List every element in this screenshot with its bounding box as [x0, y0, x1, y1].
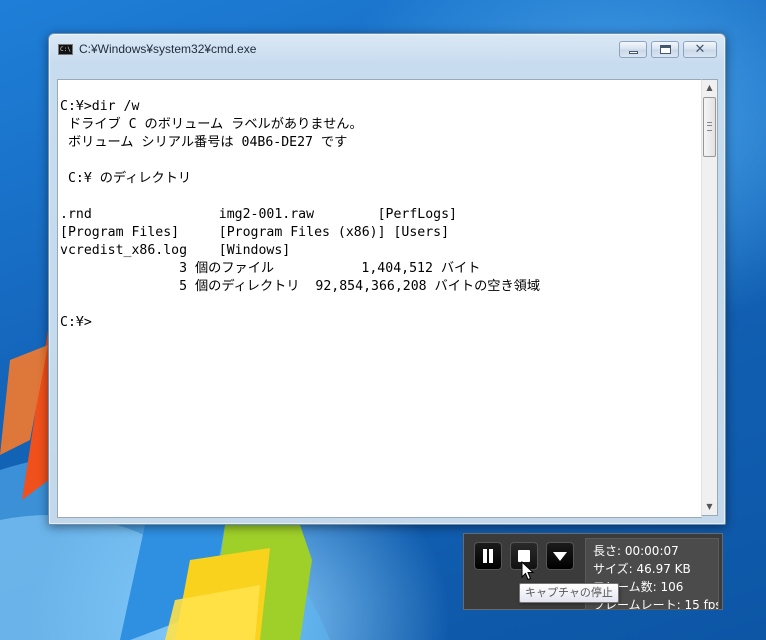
close-button[interactable]: ✕ [683, 41, 717, 58]
console-line: ドライブ C のボリューム ラベルがありません。 [60, 117, 363, 132]
close-icon: ✕ [694, 42, 706, 57]
console-line: ボリューム シリアル番号は 04B6-DE27 です [60, 135, 348, 150]
console-line: 5 個のディレクトリ 92,854,366,208 バイトの空き領域 [60, 279, 541, 294]
maximize-icon [652, 42, 678, 57]
scroll-down-icon[interactable]: ▼ [702, 499, 717, 515]
cmd-icon[interactable]: C:\ [58, 44, 73, 55]
mouse-cursor-icon [521, 561, 535, 581]
title-bar[interactable]: C:\ C:¥Windows¥system32¥cmd.exe ✕ [49, 34, 725, 64]
console-line: 3 個のファイル 1,404,512 バイト [60, 261, 481, 276]
scroll-up-icon[interactable]: ▲ [702, 80, 717, 96]
console-line: .rnd img2-001.raw [PerfLogs] [60, 207, 457, 222]
console-prompt-line: C:¥> [60, 315, 92, 330]
console-text: C:¥>dir /w ドライブ C のボリューム ラベルがありません。 ボリュー… [58, 80, 702, 332]
stat-length: 長さ: 00:00:07 [593, 544, 679, 558]
vertical-scrollbar[interactable]: ▲ ▼ [701, 79, 718, 516]
stat-size: サイズ: 46.97 KB [593, 562, 691, 576]
minimize-button[interactable] [619, 41, 647, 58]
stop-capture-tooltip: キャプチャの停止 [519, 583, 619, 603]
console-line: C:¥>dir /w [60, 99, 140, 114]
console-line: vcredist_x86.log [Windows] [60, 243, 291, 258]
pause-button[interactable] [474, 542, 502, 570]
window-title: C:¥Windows¥system32¥cmd.exe [79, 42, 257, 56]
menu-down-button[interactable] [546, 542, 574, 570]
scrollbar-thumb[interactable] [703, 97, 716, 157]
console-output[interactable]: C:¥>dir /w ドライブ C のボリューム ラベルがありません。 ボリュー… [57, 79, 702, 518]
minimize-icon [620, 42, 646, 57]
maximize-button[interactable] [651, 41, 679, 58]
console-line: C:¥ のディレクトリ [60, 171, 192, 186]
cmd-window: C:\ C:¥Windows¥system32¥cmd.exe ✕ C:¥>di… [48, 33, 726, 525]
console-line: [Program Files] [Program Files (x86)] [U… [60, 225, 450, 240]
